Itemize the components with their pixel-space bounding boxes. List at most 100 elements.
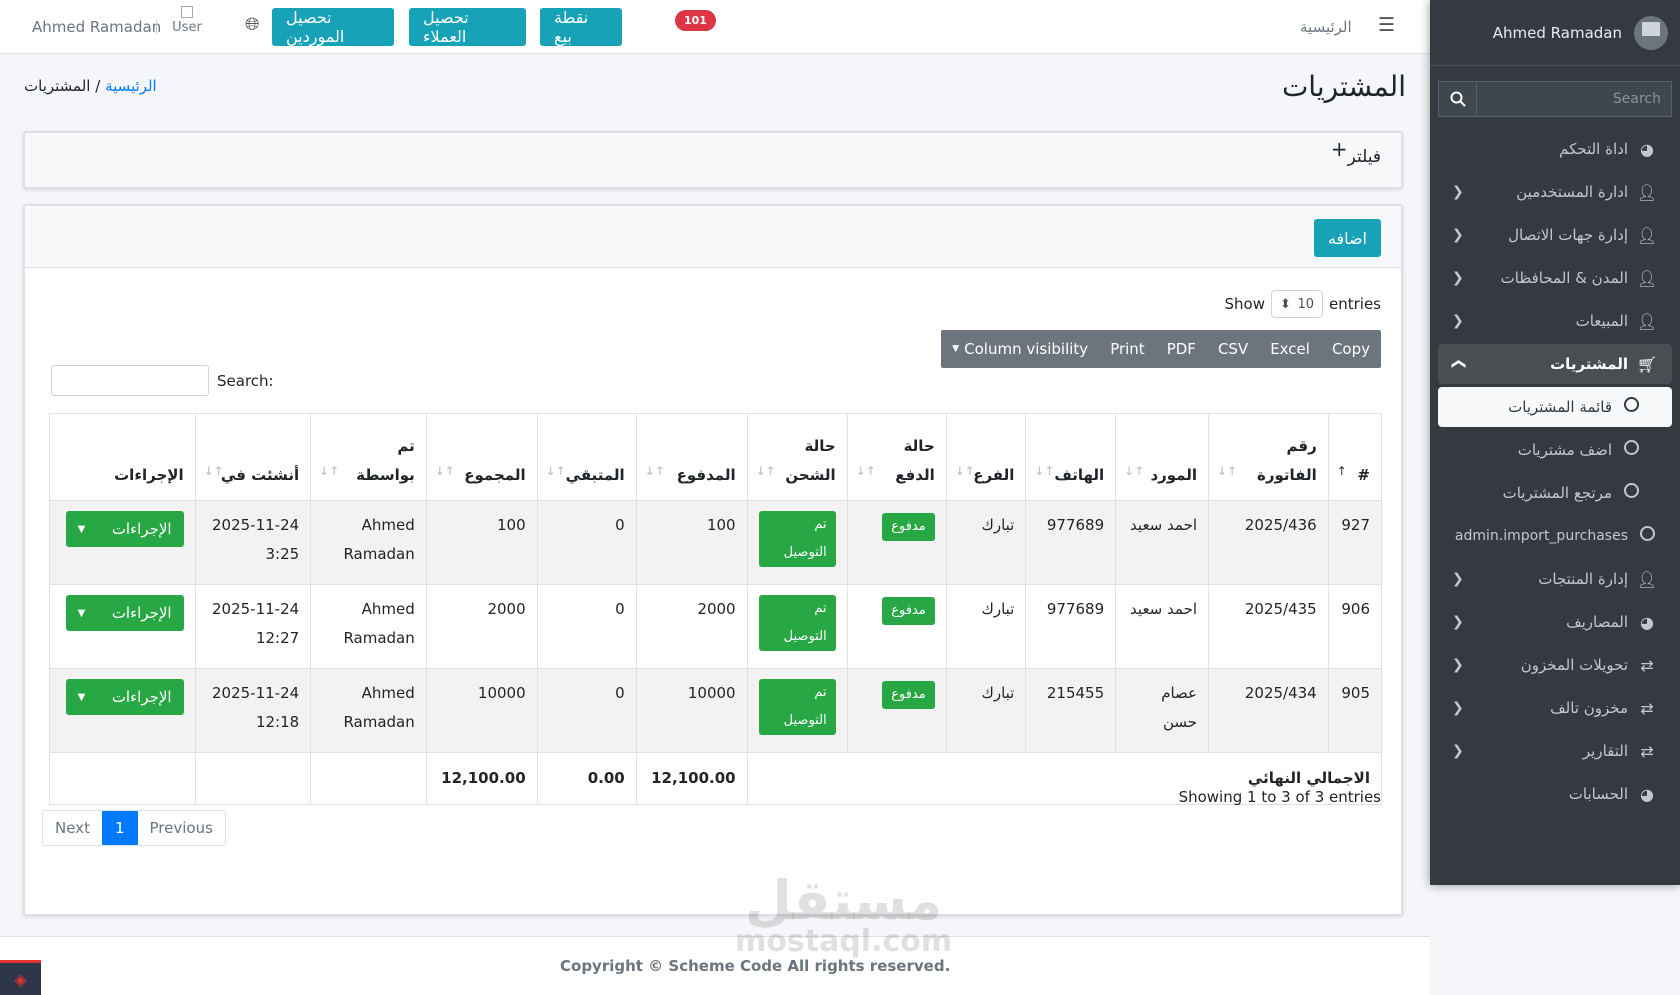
table-search-input[interactable] [51, 365, 209, 396]
cell-invoice: 2025/435 [1208, 584, 1329, 669]
col-header-actions: الإجراءات [49, 413, 196, 501]
cell-actions: الإجراءات ▼ [49, 500, 196, 585]
sidebar-item-contacts[interactable]: 👤︎ إدارة جهات الاتصال ❮ [1438, 215, 1672, 255]
collect-customers-button[interactable]: تحصيل العملاء [409, 8, 526, 46]
page-length-select[interactable]: ⬍ 10 [1271, 290, 1323, 318]
sidebar-item-damaged-stock[interactable]: ⇄ مخزون تالف ❮ [1438, 688, 1672, 728]
watermark-line2: mostaql.com [735, 924, 953, 959]
sidebar-item-accounts[interactable]: ◕ الحسابات [1438, 774, 1672, 814]
sidebar-user-name[interactable]: Ahmed Ramadan [1493, 24, 1622, 42]
sidebar-item-sales[interactable]: 👤︎ المبيعات ❮ [1438, 301, 1672, 341]
col-header-id[interactable]: # ↑ [1327, 413, 1383, 501]
navbar-user-name[interactable]: Ahmed Ramadan [32, 18, 161, 36]
col-header-paid[interactable]: المدفوع ↑↓ [635, 413, 748, 501]
table-row: 906 2025/435 احمد سعيد 977689 تبارك مدفو… [49, 584, 1383, 669]
filter-toggle[interactable]: فيلتر+ [1331, 137, 1381, 167]
sort-asc-icon: ↑ [1336, 464, 1347, 478]
sidebar-item-users[interactable]: 👤︎ ادارة المستخدمين ❮ [1438, 172, 1672, 212]
actions-dropdown-button[interactable]: الإجراءات ▼ [65, 595, 184, 631]
sidebar-item-import-purchases[interactable]: admin.import_purchases [1438, 516, 1672, 556]
sidebar-item-cities[interactable]: 👤︎ المدن & المحافظات ❮ [1438, 258, 1672, 298]
search-button[interactable] [1438, 81, 1477, 117]
cell-created-by: Ahmed Ramadan [310, 668, 427, 753]
sidebar-user-panel[interactable]: Ahmed Ramadan [1430, 0, 1680, 66]
sidebar-item-label: التقارير [1582, 742, 1628, 760]
pdf-button[interactable]: PDF [1156, 330, 1207, 368]
shipping-status-badge: تم التوصيل [758, 679, 836, 735]
pagination-next[interactable]: Next [43, 811, 102, 845]
pagination-page-1[interactable]: 1 [101, 811, 138, 845]
col-header-created-by[interactable]: تم بواسطة ↑↓ [310, 413, 427, 501]
user-avatar[interactable]: User [170, 6, 204, 35]
copy-button[interactable]: Copy [1321, 330, 1381, 368]
copyright-text: Copyright © Scheme Code All rights reser… [560, 957, 951, 975]
column-visibility-button[interactable]: ▼ Column visibility [941, 330, 1099, 368]
csv-button[interactable]: CSV [1207, 330, 1259, 368]
sidebar-item-purchases-list[interactable]: قائمة المشتريات [1438, 387, 1672, 427]
print-button[interactable]: Print [1099, 330, 1156, 368]
caret-down-icon: ▼ [952, 344, 960, 354]
col-header-label: تم بواسطة [356, 437, 415, 484]
show-label: Show [1224, 295, 1265, 313]
col-header-shipping-status[interactable]: حالة الشحن ↑↓ [746, 413, 848, 501]
collect-suppliers-button[interactable]: تحصيل الموردين [272, 8, 394, 46]
excel-button[interactable]: Excel [1259, 330, 1321, 368]
col-header-created-at[interactable]: أنشئت في ↑↓ [194, 413, 312, 501]
sidebar-item-label: المبيعات [1575, 312, 1628, 330]
exchange-icon: ⇄ [1640, 655, 1654, 675]
globe-icon[interactable]: 🌐︎ [245, 14, 259, 35]
empty-cell [194, 752, 312, 805]
empty-cell [49, 752, 196, 805]
cell-branch: تبارك [945, 584, 1027, 669]
search-icon [1450, 91, 1466, 107]
col-header-remaining[interactable]: المتبقي ↑↓ [536, 413, 637, 501]
laravel-logo-icon: ◈ [0, 960, 41, 995]
circle-icon [1636, 526, 1658, 546]
sidebar-item-label: المدن & المحافظات [1500, 269, 1628, 287]
chevron-left-icon: ❮ [1452, 700, 1464, 716]
col-header-invoice[interactable]: رقم الفاتورة ↑↓ [1208, 413, 1329, 501]
col-header-label: حالة الشحن [785, 437, 836, 484]
sidebar-item-stock-transfers[interactable]: ⇄ تحويلات المخزون ❮ [1438, 645, 1672, 685]
actions-dropdown-button[interactable]: الإجراءات ▼ [65, 511, 184, 547]
navbar-home-link[interactable]: الرئيسية [1300, 18, 1352, 36]
cell-payment-status: مدفوع [846, 668, 947, 753]
col-header-label: الفرع [973, 466, 1015, 484]
sort-icon: ↑↓ [203, 464, 224, 478]
col-header-total[interactable]: المجموع ↑↓ [425, 413, 538, 501]
hamburger-menu-icon[interactable]: ☰ [1378, 14, 1395, 36]
sidebar-item-purchases[interactable]: 🛒︎ المشتريات ❮ [1438, 344, 1672, 384]
cell-id: 906 [1327, 584, 1383, 669]
sidebar-item-purchase-returns[interactable]: مرتجع المشتريات [1438, 473, 1672, 513]
entries-label: entries [1329, 295, 1381, 313]
sidebar-item-products[interactable]: 👤︎ إدارة المنتجات ❮ [1438, 559, 1672, 599]
cell-total: 2000 [425, 584, 538, 669]
cell-total: 10000 [425, 668, 538, 753]
empty-cell [310, 752, 427, 805]
col-header-branch[interactable]: الفرع ↑↓ [945, 413, 1027, 501]
pos-button[interactable]: نقطة بيع [540, 8, 622, 46]
cell-shipping-status: تم التوصيل [746, 500, 848, 585]
actions-label: الإجراءات [111, 687, 172, 706]
sidebar-search-input[interactable] [1477, 81, 1672, 117]
col-header-supplier[interactable]: المورد ↑↓ [1115, 413, 1210, 501]
filter-card[interactable]: فيلتر+ [23, 131, 1403, 189]
cell-invoice: 2025/434 [1208, 668, 1329, 753]
sidebar-item-label: المصاريف [1566, 613, 1628, 631]
col-header-payment-status[interactable]: حالة الدفع ↑↓ [846, 413, 947, 501]
sort-icon: ↑↓ [1124, 464, 1145, 478]
sidebar-item-label: الحسابات [1568, 785, 1628, 803]
col-header-phone[interactable]: الهاتف ↑↓ [1025, 413, 1117, 501]
col-header-label: المتبقي [565, 466, 625, 484]
sidebar-item-dashboard[interactable]: ◕ اداة التحكم [1438, 129, 1672, 169]
notifications-badge[interactable]: 101 [675, 10, 716, 31]
sidebar-item-add-purchase[interactable]: اضف مشتريات [1438, 430, 1672, 470]
breadcrumb-separator: / [90, 77, 106, 95]
sidebar-item-reports[interactable]: ⇄ التقارير ❮ [1438, 731, 1672, 771]
sidebar-item-label: المشتريات [1550, 355, 1628, 373]
add-purchase-button[interactable]: اضافه [1313, 219, 1381, 257]
actions-dropdown-button[interactable]: الإجراءات ▼ [65, 679, 184, 715]
breadcrumb-home[interactable]: الرئيسية [105, 77, 157, 95]
pagination-previous[interactable]: Previous [138, 811, 225, 845]
sidebar-item-expenses[interactable]: ◕ المصاريف ❮ [1438, 602, 1672, 642]
